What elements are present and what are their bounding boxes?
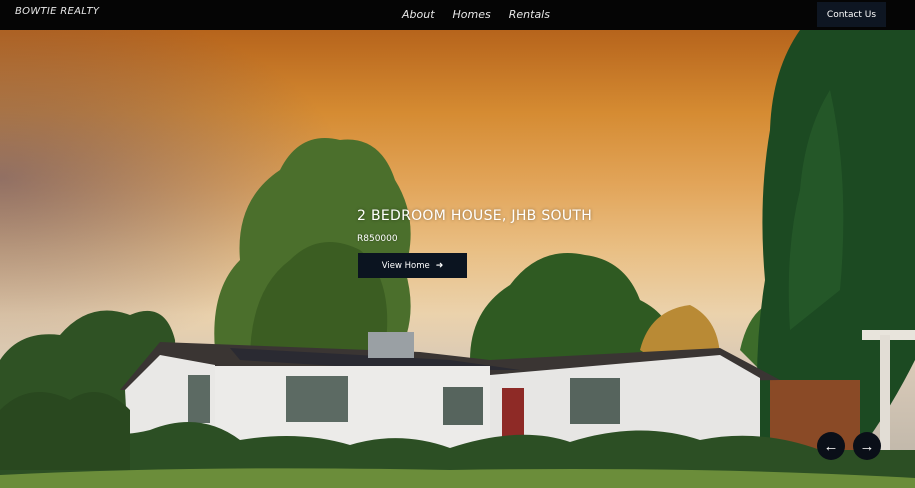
window-3 bbox=[570, 378, 620, 424]
navbar: BOWTIE REALTY About Homes Rentals Contac… bbox=[0, 0, 915, 30]
carousel-next-button[interactable]: → bbox=[853, 432, 881, 460]
arrow-left-icon: ← bbox=[823, 437, 839, 455]
view-home-label: View Home bbox=[381, 260, 430, 271]
window-1 bbox=[286, 376, 348, 422]
window-4 bbox=[188, 375, 210, 423]
brand-logo[interactable]: BOWTIE REALTY bbox=[15, 6, 99, 17]
hero-caption: 2 BEDROOM HOUSE, JHB SOUTH R850000 bbox=[357, 208, 592, 244]
nav-link-homes[interactable]: Homes bbox=[453, 8, 491, 21]
listing-title: 2 BEDROOM HOUSE, JHB SOUTH bbox=[357, 208, 593, 224]
ac-unit bbox=[368, 332, 414, 358]
carousel-prev-button[interactable]: ← bbox=[817, 432, 845, 460]
contact-button[interactable]: Contact Us bbox=[817, 2, 886, 27]
nav-links: About Homes Rentals bbox=[402, 8, 550, 21]
view-home-button[interactable]: View Home ➜ bbox=[358, 253, 467, 278]
arrow-right-icon: ➜ bbox=[435, 260, 444, 271]
nav-link-about[interactable]: About bbox=[402, 8, 435, 21]
nav-link-rentals[interactable]: Rentals bbox=[509, 8, 550, 21]
arrow-right-icon: → bbox=[859, 437, 875, 455]
listing-price: R850000 bbox=[357, 234, 398, 244]
window-2 bbox=[443, 387, 483, 425]
shrub-left bbox=[0, 392, 130, 470]
